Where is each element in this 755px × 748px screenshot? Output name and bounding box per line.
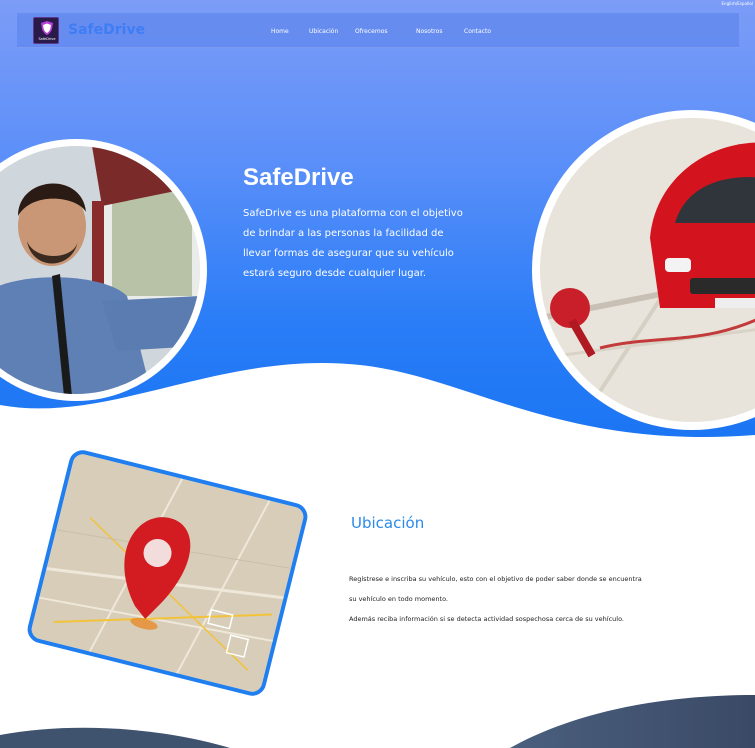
language-switch[interactable]: English/Español xyxy=(722,1,754,6)
nav-home[interactable]: Home xyxy=(271,28,289,35)
location-title: Ubicación xyxy=(351,514,425,532)
location-text-3: Además reciba información si se detecta … xyxy=(349,615,625,623)
logo-caption: SafeDrive xyxy=(38,37,56,41)
car-map-photo xyxy=(540,118,755,422)
nav-ubicacion[interactable]: Ubicación xyxy=(309,28,338,35)
nav-ofrecemos[interactable]: Ofrecemos xyxy=(355,28,388,35)
top-navbar: SafeDrive SafeDrive Home Ubicación Ofrec… xyxy=(17,13,739,48)
location-text-2: su vehículo en todo momento. xyxy=(349,595,449,603)
hero-description: SafeDrive es una plataforma con el objet… xyxy=(243,208,463,279)
location-text-1: Regístrese e inscriba su vehículo, esto … xyxy=(349,575,642,583)
driver-photo xyxy=(0,146,200,394)
hero-section: SafeDrive SafeDrive es una plataforma co… xyxy=(0,0,755,460)
logo[interactable]: SafeDrive xyxy=(33,17,59,44)
nav-nosotros[interactable]: Nosotros xyxy=(416,28,442,35)
map-pin-image xyxy=(24,447,311,699)
hero-title: SafeDrive xyxy=(243,164,354,191)
shield-icon xyxy=(41,21,53,35)
nav-contacto[interactable]: Contacto xyxy=(464,28,491,35)
brand-name[interactable]: SafeDrive xyxy=(68,22,145,38)
location-pin-icon xyxy=(27,452,311,699)
footer-wave xyxy=(0,695,755,748)
